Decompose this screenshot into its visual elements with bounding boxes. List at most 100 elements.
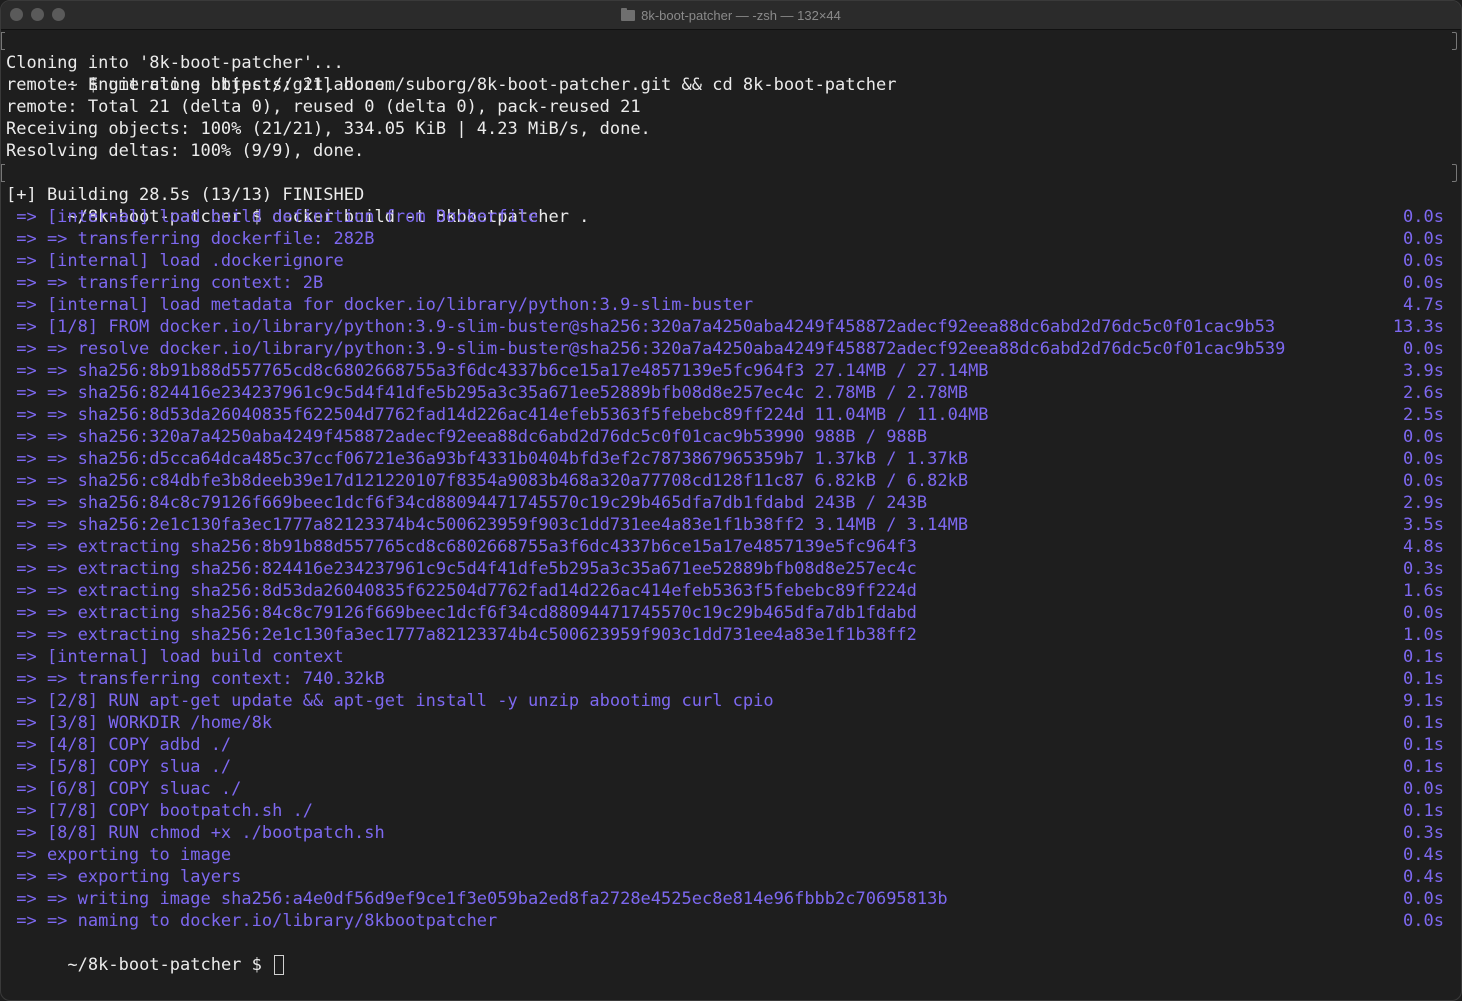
mark-bracket (1452, 164, 1457, 182)
build-header: [+] Building 28.5s (13/13) FINISHED (6, 185, 365, 205)
terminal-window: 8k-boot-patcher — -zsh — 132×44 ~ $ git … (0, 0, 1462, 1001)
build-step-text: => [internal] load build definition from… (6, 207, 539, 227)
build-step-line: => => sha256:824416e234237961c9c5d4f41df… (6, 382, 1451, 404)
mark-bracket (1, 32, 5, 50)
build-step-time: 0.0s (1403, 889, 1444, 909)
build-step-line: => => naming to docker.io/library/8kboot… (6, 910, 1451, 932)
build-steps: => [internal] load build definition from… (6, 206, 1451, 932)
build-step-time: 0.4s (1403, 867, 1444, 887)
build-step-line: => => transferring dockerfile: 282B 0.0s (6, 228, 1451, 250)
build-step-line: => => sha256:d5cca64dca485c37ccf06721e36… (6, 448, 1451, 470)
build-step-text: => => sha256:c84dbfe3b8deeb39e17d1212201… (6, 471, 969, 491)
build-step-line: => => transferring context: 2B 0.0s (6, 272, 1451, 294)
build-step-text: => => naming to docker.io/library/8kboot… (6, 911, 498, 931)
build-step-text: => [6/8] COPY sluac ./ (6, 779, 242, 799)
build-step-line: => exporting to image 0.4s (6, 844, 1451, 866)
build-step-time: 0.0s (1403, 603, 1444, 623)
output-line: Resolving deltas: 100% (9/9), done. (6, 141, 365, 161)
build-step-line: => [internal] load build definition from… (6, 206, 1451, 228)
build-step-time: 0.4s (1403, 845, 1444, 865)
build-step-line: => => extracting sha256:2e1c130fa3ec1777… (6, 624, 1451, 646)
window-title: 8k-boot-patcher — -zsh — 132×44 (621, 7, 841, 23)
build-step-text: => => sha256:84c8c79126f669beec1dcf6f34c… (6, 493, 928, 513)
terminal-output[interactable]: ~ $ git clone https://gitlab.com/suborg/… (1, 30, 1457, 1000)
build-step-line: => => sha256:320a7a4250aba4249f458872ade… (6, 426, 1451, 448)
build-step-time: 0.3s (1403, 559, 1444, 579)
build-step-text: => => sha256:8d53da26040835f622504d7762f… (6, 405, 989, 425)
build-step-time: 0.0s (1403, 779, 1444, 799)
folder-icon (621, 7, 636, 21)
build-step-text: => => transferring context: 740.32kB (6, 669, 385, 689)
text-cursor (274, 955, 285, 975)
build-step-text: => [internal] load build context (6, 647, 344, 667)
output-line: Receiving objects: 100% (21/21), 334.05 … (6, 119, 651, 139)
build-step-text: => => sha256:d5cca64dca485c37ccf06721e36… (6, 449, 969, 469)
build-step-text: => => extracting sha256:824416e234237961… (6, 559, 917, 579)
build-step-line: => => extracting sha256:8d53da26040835f6… (6, 580, 1451, 602)
prompt-line[interactable]: ~/8k-boot-patcher $ (6, 932, 1451, 975)
build-step-text: => => sha256:2e1c130fa3ec1777a82123374b4… (6, 515, 969, 535)
build-step-text: => => extracting sha256:84c8c79126f669be… (6, 603, 917, 623)
build-step-text: => => extracting sha256:8b91b88d557765cd… (6, 537, 917, 557)
build-step-time: 0.0s (1403, 339, 1444, 359)
build-step-text: => [7/8] COPY bootpatch.sh ./ (6, 801, 314, 821)
build-step-time: 0.0s (1403, 207, 1444, 227)
build-step-line: => [8/8] RUN chmod +x ./bootpatch.sh 0.3s (6, 822, 1451, 844)
build-step-line: => => sha256:84c8c79126f669beec1dcf6f34c… (6, 492, 1451, 514)
build-step-time: 0.1s (1403, 735, 1444, 755)
build-step-line: => [1/8] FROM docker.io/library/python:3… (6, 316, 1451, 338)
build-step-time: 0.3s (1403, 823, 1444, 843)
build-step-time: 4.7s (1403, 295, 1444, 315)
build-step-time: 2.6s (1403, 383, 1444, 403)
build-step-time: 3.5s (1403, 515, 1444, 535)
build-step-time: 9.1s (1403, 691, 1444, 711)
build-step-text: => [internal] load metadata for docker.i… (6, 295, 754, 315)
build-step-line: => => sha256:2e1c130fa3ec1777a82123374b4… (6, 514, 1451, 536)
build-step-time: 0.1s (1403, 757, 1444, 777)
zoom-button[interactable] (52, 8, 65, 21)
build-step-line: => => exporting layers 0.4s (6, 866, 1451, 888)
build-step-line: => => extracting sha256:84c8c79126f669be… (6, 602, 1451, 624)
close-button[interactable] (10, 8, 23, 21)
build-step-line: => => sha256:c84dbfe3b8deeb39e17d1212201… (6, 470, 1451, 492)
mark-bracket (1452, 32, 1457, 50)
build-step-line: => => resolve docker.io/library/python:3… (6, 338, 1451, 360)
command-line: ~/8k-boot-patcher $ docker build -t 8kbo… (1, 162, 1457, 227)
build-step-time: 1.0s (1403, 625, 1444, 645)
traffic-lights (10, 8, 65, 21)
build-step-line: => => sha256:8b91b88d557765cd8c680266875… (6, 360, 1451, 382)
build-step-line: => [5/8] COPY slua ./ 0.1s (6, 756, 1451, 778)
build-step-line: => [2/8] RUN apt-get update && apt-get i… (6, 690, 1451, 712)
build-step-time: 0.0s (1403, 229, 1444, 249)
build-step-time: 0.0s (1403, 449, 1444, 469)
build-step-text: => => transferring dockerfile: 282B (6, 229, 375, 249)
build-step-time: 0.1s (1403, 669, 1444, 689)
build-step-text: => => writing image sha256:a4e0df56d9ef9… (6, 889, 948, 909)
mark-bracket (1, 164, 5, 182)
build-step-text: => [4/8] COPY adbd ./ (6, 735, 232, 755)
build-step-text: => => resolve docker.io/library/python:3… (6, 339, 1286, 359)
command-line: ~ $ git clone https://gitlab.com/suborg/… (1, 30, 1457, 95)
build-step-time: 2.9s (1403, 493, 1444, 513)
build-step-line: => => writing image sha256:a4e0df56d9ef9… (6, 888, 1451, 910)
minimize-button[interactable] (31, 8, 44, 21)
build-step-line: => [internal] load .dockerignore 0.0s (6, 250, 1451, 272)
build-step-text: => => exporting layers (6, 867, 242, 887)
build-step-time: 1.6s (1403, 581, 1444, 601)
build-step-text: => => sha256:8b91b88d557765cd8c680266875… (6, 361, 989, 381)
build-step-text: => [2/8] RUN apt-get update && apt-get i… (6, 691, 774, 711)
output-line: remote: Enumerating objects: 21, done. (6, 75, 395, 95)
build-step-text: => => sha256:824416e234237961c9c5d4f41df… (6, 383, 969, 403)
build-step-line: => [3/8] WORKDIR /home/8k 0.1s (6, 712, 1451, 734)
build-step-line: => => transferring context: 740.32kB 0.1s (6, 668, 1451, 690)
window-title-text: 8k-boot-patcher — -zsh — 132×44 (641, 7, 841, 23)
build-step-time: 3.9s (1403, 361, 1444, 381)
title-bar[interactable]: 8k-boot-patcher — -zsh — 132×44 (1, 1, 1461, 30)
build-step-text: => [1/8] FROM docker.io/library/python:3… (6, 317, 1276, 337)
build-step-time: 0.0s (1403, 427, 1444, 447)
build-step-time: 0.1s (1403, 647, 1444, 667)
build-step-line: => => extracting sha256:8b91b88d557765cd… (6, 536, 1451, 558)
build-step-time: 0.0s (1403, 273, 1444, 293)
build-step-time: 0.0s (1403, 911, 1444, 931)
build-step-text: => [3/8] WORKDIR /home/8k (6, 713, 273, 733)
